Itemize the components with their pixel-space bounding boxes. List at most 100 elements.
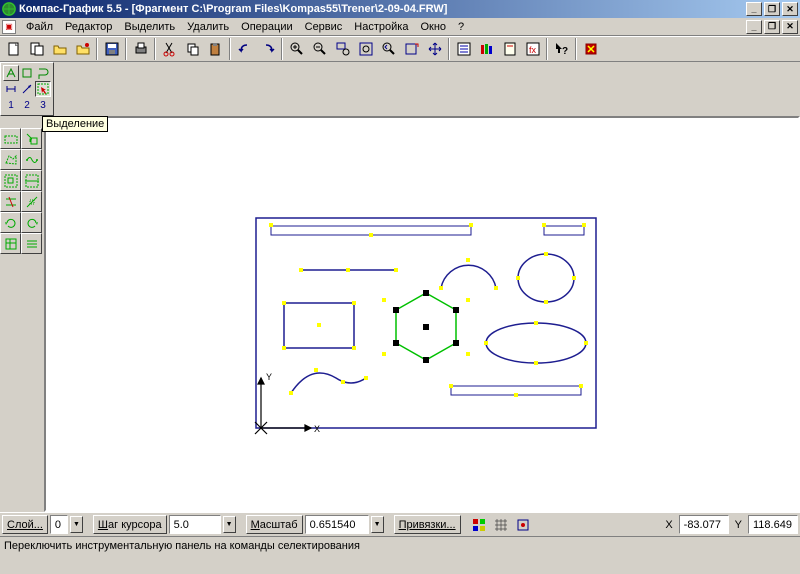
cursor-step-button[interactable]: Шаг курсора (93, 515, 167, 534)
sel-poly-button[interactable] (0, 149, 21, 170)
sel-mirror-button[interactable] (21, 212, 42, 233)
zoom-window-button[interactable] (331, 38, 354, 60)
status-panel: Слой... 0 ▼ Шаг курсора 5.0 ▼ Масштаб 0.… (0, 512, 800, 536)
sel-type-button[interactable] (21, 233, 42, 254)
zoom-pan-button[interactable] (423, 38, 446, 60)
menu-help[interactable]: ? (452, 20, 470, 34)
save-button[interactable] (100, 38, 123, 60)
zoom-refresh-button[interactable] (400, 38, 423, 60)
titlebar: Компас-График 5.5 - [Фрагмент C:\Program… (0, 0, 800, 18)
paste-button[interactable] (204, 38, 227, 60)
status-text: Переключить инструментальную панель на к… (4, 540, 360, 552)
svg-text:fx: fx (529, 45, 537, 55)
menubar: ▣ Файл Редактор Выделить Удалить Операци… (0, 18, 800, 36)
scale-dropdown[interactable]: ▼ (371, 516, 384, 533)
work-area: Y X (0, 116, 800, 512)
stop-button[interactable] (579, 38, 602, 60)
sel-crossing-button[interactable] (21, 170, 42, 191)
menu-operations[interactable]: Операции (235, 20, 298, 34)
window-controls-outer: _ ❐ ✕ (746, 2, 798, 16)
mode-arrow[interactable] (19, 81, 35, 97)
minimize-button[interactable]: _ (746, 2, 762, 16)
x-label: X (661, 517, 676, 533)
props-button[interactable] (452, 38, 475, 60)
new-adv-button[interactable] (25, 38, 48, 60)
cursor-step-dropdown[interactable]: ▼ (223, 516, 236, 533)
snap-toggle-3[interactable] (513, 515, 533, 534)
zoom-prev-button[interactable] (377, 38, 400, 60)
sel-rotate-button[interactable] (0, 212, 21, 233)
y-label: Y (731, 517, 746, 533)
library-button[interactable] (475, 38, 498, 60)
open-adv-button[interactable] (71, 38, 94, 60)
layer-dropdown[interactable]: ▼ (70, 516, 83, 533)
y-field: 118.649 (748, 515, 798, 534)
new-button[interactable] (2, 38, 25, 60)
print-button[interactable] (129, 38, 152, 60)
menu-select[interactable]: Выделить (118, 20, 181, 34)
app-icon (2, 2, 16, 16)
menu-file[interactable]: Файл (20, 20, 59, 34)
variables-button[interactable]: fx (521, 38, 544, 60)
help-context-button[interactable]: ? (550, 38, 573, 60)
sel-line-button[interactable] (21, 191, 42, 212)
undo-button[interactable] (233, 38, 256, 60)
zoom-out-button[interactable] (308, 38, 331, 60)
status-bar: Переключить инструментальную панель на к… (0, 536, 800, 554)
close-button[interactable]: ✕ (782, 2, 798, 16)
mode-p[interactable] (35, 65, 51, 81)
mdi-restore-button[interactable]: ❐ (764, 20, 780, 34)
mode-toolbar: 1 2 3 (0, 62, 54, 116)
mdi-doc-icon[interactable]: ▣ (2, 20, 16, 34)
snap-toggle-1[interactable] (469, 515, 489, 534)
sel-cut-button[interactable] (0, 191, 21, 212)
scale-field[interactable]: 0.651540 (305, 515, 369, 534)
mode-r[interactable] (19, 65, 35, 81)
zoom-all-button[interactable] (354, 38, 377, 60)
mode-dim[interactable] (3, 81, 19, 97)
menu-settings[interactable]: Настройка (348, 20, 414, 34)
x-field: -83.077 (679, 515, 729, 534)
sel-point-button[interactable] (21, 128, 42, 149)
mdi-minimize-button[interactable]: _ (746, 20, 762, 34)
menu-service[interactable]: Сервис (299, 20, 349, 34)
sel-chain-button[interactable] (21, 149, 42, 170)
maximize-button[interactable]: ❐ (764, 2, 780, 16)
redo-button[interactable] (256, 38, 279, 60)
layer-button[interactable]: Слой... (2, 515, 48, 534)
svg-text:Y: Y (266, 372, 272, 382)
svg-text:?: ? (562, 46, 568, 57)
tab-2[interactable]: 2 (19, 97, 35, 113)
layer-field[interactable]: 0 (50, 515, 68, 534)
snap-button[interactable]: Привязки... (394, 515, 461, 534)
sel-rect-button[interactable] (0, 128, 21, 149)
sel-all-button[interactable] (0, 233, 21, 254)
drawing: Y X (46, 118, 746, 508)
drawing-canvas[interactable]: Y X (46, 118, 798, 510)
tooltip-selection: Выделение (42, 116, 108, 132)
mode-a[interactable] (3, 65, 19, 81)
scale-button[interactable]: Масштаб (246, 515, 303, 534)
svg-text:X: X (314, 424, 320, 434)
tab-1[interactable]: 1 (3, 97, 19, 113)
mdi-close-button[interactable]: ✕ (782, 20, 798, 34)
mode-toolbar-row: 1 2 3 (0, 62, 800, 116)
canvas-frame: Y X (44, 116, 800, 512)
sel-window-button[interactable] (0, 170, 21, 191)
menu-delete[interactable]: Удалить (181, 20, 235, 34)
zoom-in-button[interactable] (285, 38, 308, 60)
main-toolbar: fx ? (0, 36, 800, 62)
cut-button[interactable] (158, 38, 181, 60)
window-controls-mdi: _ ❐ ✕ (746, 20, 798, 34)
open-button[interactable] (48, 38, 71, 60)
tab-3[interactable]: 3 (35, 97, 51, 113)
cursor-step-field[interactable]: 5.0 (169, 515, 221, 534)
copy-button[interactable] (181, 38, 204, 60)
mode-selection[interactable] (35, 81, 51, 97)
menu-window[interactable]: Окно (414, 20, 452, 34)
left-toolbar (0, 116, 44, 512)
window-title: Компас-График 5.5 - [Фрагмент C:\Program… (19, 3, 746, 15)
spec-button[interactable] (498, 38, 521, 60)
snap-toggle-2[interactable] (491, 515, 511, 534)
menu-editor[interactable]: Редактор (59, 20, 118, 34)
